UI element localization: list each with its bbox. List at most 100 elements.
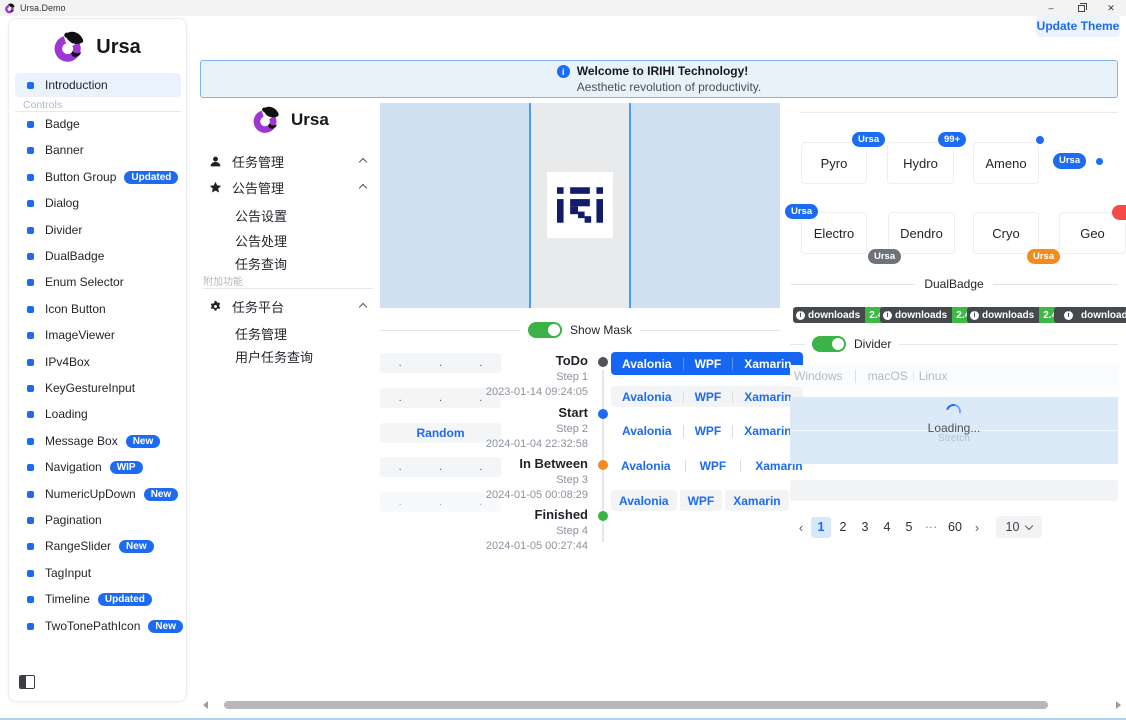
window-title: Ursa.Demo: [20, 3, 66, 13]
panel-collapse-icon: [20, 676, 26, 688]
sidebar-item-label: Introduction: [45, 78, 108, 92]
dual-badge: idownloads2.4k: [967, 307, 1067, 323]
scroll-right-icon[interactable]: [1116, 701, 1121, 709]
update-theme-button[interactable]: Update Theme: [1036, 15, 1120, 37]
show-mask-row: Show Mask: [380, 321, 780, 339]
count-badge: 99+: [938, 132, 966, 147]
scrollbar-thumb[interactable]: [224, 701, 1048, 709]
page-button-4[interactable]: 4: [877, 517, 897, 538]
sidebar-item-dialog[interactable]: Dialog: [15, 190, 181, 216]
close-button[interactable]: ✕: [1096, 0, 1126, 16]
person-icon: [208, 155, 222, 168]
restore-button[interactable]: [1066, 0, 1096, 16]
menu-group-task-management[interactable]: 任务管理: [204, 149, 376, 173]
bullet-icon: [27, 227, 34, 234]
sidebar-item-twotonepathicon[interactable]: TwoTonePathIconNew: [15, 613, 181, 639]
vertical-divider: [855, 370, 856, 383]
wpf-button[interactable]: WPF: [684, 386, 733, 407]
chevron-up-icon: [359, 303, 367, 311]
sidebar-item-enum-selector[interactable]: Enum Selector: [15, 269, 181, 295]
divider-demo-row: Divider: [790, 336, 1118, 352]
sidebar-item-navigation[interactable]: NavigationWIP: [15, 454, 181, 480]
sidebar-item-imageviewer[interactable]: ImageViewer: [15, 322, 181, 348]
ursa-badge: Ursa: [852, 132, 885, 147]
sidebar-logo-text: Ursa: [96, 36, 140, 59]
wpf-button[interactable]: WPF: [684, 352, 733, 375]
pagination: ‹ 1 2 3 4 5 ··· 60 › 10: [792, 514, 1042, 540]
page-button-5[interactable]: 5: [899, 517, 919, 538]
banner-subtitle: Aesthetic revolution of productivity.: [577, 80, 762, 94]
info-icon: i: [970, 311, 979, 320]
sidebar-item-introduction[interactable]: Introduction: [15, 73, 181, 97]
sidebar-item-banner[interactable]: Banner: [15, 137, 181, 163]
menu-group-announcement[interactable]: 公告管理: [204, 175, 376, 199]
timeline-entry: ToDo Step 1 2023-01-14 09:24:05: [420, 353, 588, 398]
sidebar-item-loading[interactable]: Loading: [15, 401, 181, 427]
avalonia-button[interactable]: Avalonia: [611, 352, 683, 375]
menu-item-task-query[interactable]: 任务查询: [204, 251, 376, 275]
sidebar-item-taginput[interactable]: TagInput: [15, 560, 181, 586]
sidebar-item-timeline[interactable]: TimelineUpdated: [15, 586, 181, 612]
sidebar-collapse-button[interactable]: [19, 675, 35, 689]
sidebar-item-keygestureinput[interactable]: KeyGestureInput: [15, 375, 181, 401]
button-group-borderless: Avalonia WPF Xamarin: [611, 420, 803, 441]
horizontal-scrollbar[interactable]: [196, 698, 1126, 712]
page-button-3[interactable]: 3: [855, 517, 875, 538]
bullet-icon: [27, 359, 34, 366]
divider-toggle[interactable]: [812, 336, 846, 352]
sidebar-item-rangeslider[interactable]: RangeSliderNew: [15, 533, 181, 559]
page-button-1[interactable]: 1: [811, 517, 831, 538]
minimize-button[interactable]: –: [1036, 0, 1066, 16]
show-mask-label: Show Mask: [570, 323, 632, 337]
scroll-left-icon[interactable]: [203, 701, 208, 709]
panel-divider: [800, 112, 1118, 113]
wpf-button[interactable]: WPF: [684, 420, 733, 441]
status-badge: Updated: [98, 593, 152, 606]
os-divider-demo: Windows macOS Linux: [790, 365, 1118, 387]
wpf-button[interactable]: WPF: [680, 490, 723, 511]
page-button-2[interactable]: 2: [833, 517, 853, 538]
menu-group-task-platform[interactable]: 任务平台: [204, 294, 376, 318]
prev-page-button[interactable]: ‹: [792, 517, 810, 538]
page-ellipsis[interactable]: ···: [921, 517, 941, 538]
badge-card-pyro: Pyro: [801, 142, 867, 184]
sidebar-item-pagination[interactable]: Pagination: [15, 507, 181, 533]
xamarin-button[interactable]: Xamarin: [725, 490, 788, 511]
avalonia-button[interactable]: Avalonia: [611, 490, 677, 511]
bullet-icon: [27, 121, 34, 128]
wpf-button[interactable]: WPF: [686, 454, 741, 478]
sidebar-item-ipv4box[interactable]: IPv4Box: [15, 349, 181, 375]
spinner-icon: [943, 401, 963, 421]
menu-item-announcement-handling[interactable]: 公告处理: [204, 228, 376, 252]
avalonia-button[interactable]: Avalonia: [611, 386, 683, 407]
bullet-icon: [27, 279, 34, 286]
badge-card-ameno: Ameno: [973, 142, 1039, 184]
sidebar-item-dualbadge[interactable]: DualBadge: [15, 243, 181, 269]
next-page-button[interactable]: ›: [968, 517, 986, 538]
timeline-dot-start: [598, 409, 608, 419]
avalonia-button[interactable]: Avalonia: [611, 420, 683, 441]
sidebar-item-numericupdown[interactable]: NumericUpDownNew: [15, 481, 181, 507]
page-size-select[interactable]: 10: [996, 516, 1042, 538]
menu-item-user-task-query[interactable]: 用户任务查询: [204, 344, 376, 368]
sidebar-item-button-group[interactable]: Button GroupUpdated: [15, 164, 181, 190]
controls-section-label: Controls: [23, 99, 62, 111]
bullet-icon: [27, 543, 34, 550]
page-button-60[interactable]: 60: [943, 517, 967, 538]
sidebar-item-icon-button[interactable]: Icon Button: [15, 296, 181, 322]
show-mask-toggle[interactable]: [528, 322, 562, 338]
dual-badge: idownloads2.4k: [793, 307, 893, 323]
menu-item-announcement-settings[interactable]: 公告设置: [204, 203, 376, 227]
dualbadge-divider: DualBadge: [790, 276, 1118, 292]
avalonia-button[interactable]: Avalonia: [607, 454, 685, 478]
button-group-wide: Avalonia WPF Xamarin: [607, 454, 817, 478]
button-group-solid: Avalonia WPF Xamarin: [611, 352, 803, 375]
chevron-up-icon: [359, 184, 367, 192]
menu-item-task-management[interactable]: 任务管理: [204, 321, 376, 345]
image-viewer[interactable]: [380, 103, 780, 308]
sidebar-item-message-box[interactable]: Message BoxNew: [15, 428, 181, 454]
ursa-logo-icon: [54, 31, 88, 63]
sidebar-item-divider[interactable]: Divider: [15, 217, 181, 243]
viewer-mask-right: [631, 103, 780, 308]
sidebar-item-badge[interactable]: Badge: [15, 111, 181, 137]
